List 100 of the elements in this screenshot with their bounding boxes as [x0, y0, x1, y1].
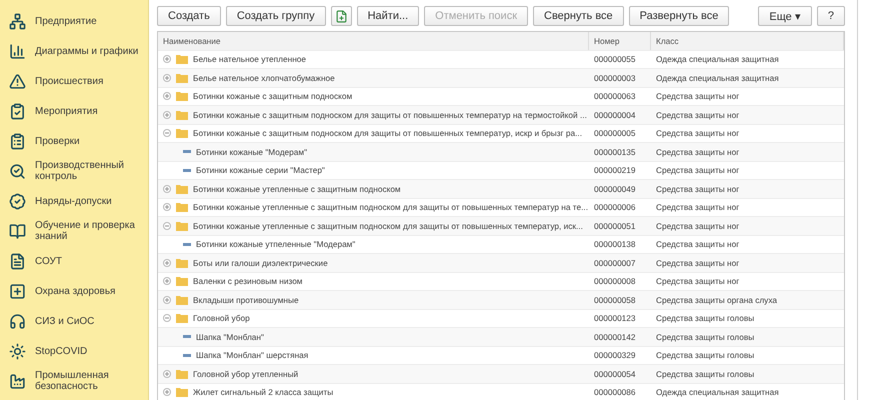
- number-cell: 000000123: [594, 313, 636, 324]
- add-file-icon: [334, 10, 348, 22]
- number-cell: 000000142: [594, 332, 636, 342]
- class-cell: Средства защиты ног: [656, 128, 740, 138]
- name-cell: Валенки с резиновым низом: [193, 276, 303, 286]
- toolbar-button[interactable]: Создать группу: [226, 6, 326, 26]
- toolbar-button[interactable]: Развернуть все: [628, 6, 730, 26]
- class-cell: Средства защиты ног: [656, 184, 740, 194]
- sidebar-item[interactable]: Проверки: [0, 126, 148, 156]
- class-cell: Средства защиты ног: [656, 258, 740, 268]
- headphones-icon: [9, 312, 26, 330]
- folder-icon: [176, 72, 188, 83]
- sidebar-item[interactable]: Диаграммы и графики: [0, 36, 148, 66]
- name-cell: Жилет сигнальный 2 класса защиты: [193, 387, 334, 398]
- book-icon: [9, 222, 26, 240]
- expand-icon[interactable]: [163, 258, 171, 267]
- name-cell: Ботинки кожаные "Модерам": [196, 146, 308, 157]
- folder-icon: [176, 294, 188, 305]
- collapse-icon[interactable]: [163, 314, 171, 322]
- expand-icon[interactable]: [163, 277, 171, 286]
- toolbar-button[interactable]: Свернуть все: [533, 6, 624, 26]
- name-cell: Белье нательное утепленное: [193, 54, 306, 64]
- factory-icon: [9, 372, 26, 390]
- clipboard-check-icon: [9, 102, 26, 120]
- sidebar-item[interactable]: Промышленная безопасность: [0, 366, 148, 396]
- name-cell: Ботинки кожаные утпеленные "Модерам": [196, 239, 356, 250]
- collapse-icon[interactable]: [163, 222, 171, 230]
- toolbar-button[interactable]: Найти...: [356, 6, 420, 26]
- name-cell: Головной убор: [193, 313, 250, 324]
- magnifier-chart-icon: [9, 162, 26, 180]
- help-button[interactable]: ?: [816, 6, 845, 26]
- sidebar-item[interactable]: СОУТ: [0, 246, 148, 276]
- sidebar-item[interactable]: СИЗ и СиОС: [0, 306, 148, 336]
- name-cell: Ботинки кожаные утепленные с защитным подноском: [193, 184, 401, 194]
- clipboard-icon: [9, 132, 26, 150]
- sidebar-item[interactable]: Наряды-допуски: [0, 186, 148, 216]
- expand-icon[interactable]: [163, 296, 171, 304]
- column-header[interactable]: Класс: [651, 32, 844, 50]
- name-cell: Вкладыши противошумные: [193, 294, 299, 305]
- sidebar-item[interactable]: Происшествия: [0, 66, 148, 96]
- sidebar-item[interactable]: Производственный контроль: [0, 156, 148, 186]
- class-cell: Средства защиты головы: [656, 332, 754, 342]
- class-cell: Средства защиты ног: [656, 202, 740, 212]
- folder-icon: [176, 258, 188, 268]
- name-cell: Ботинки кожаные утепленные с защитным подноском для защиты от повышенных температур на те...: [193, 202, 588, 212]
- number-cell: 000000049: [594, 184, 636, 194]
- expand-icon[interactable]: [163, 203, 171, 212]
- item-icon: [183, 335, 191, 338]
- column-header[interactable]: Наименование: [158, 32, 589, 50]
- name-cell: Боты или галоши диэлектрические: [193, 258, 328, 268]
- folder-icon: [176, 220, 188, 231]
- collapse-icon[interactable]: [163, 129, 171, 138]
- expand-icon[interactable]: [163, 370, 171, 378]
- folder-icon: [176, 91, 188, 102]
- name-cell: Белье нательное хлопчатобумажное: [193, 72, 335, 83]
- folder-icon: [176, 184, 188, 194]
- folder-icon: [176, 387, 188, 398]
- number-cell: 000000004: [594, 110, 636, 120]
- class-cell: Средства защиты органа слуха: [656, 294, 778, 305]
- class-cell: Средства защиты головы: [656, 313, 754, 324]
- sidebar-item[interactable]: Обучение и проверка знаний: [0, 216, 148, 246]
- number-cell: 000000054: [594, 368, 636, 379]
- sidebar-item[interactable]: Охрана здоровья: [0, 276, 148, 306]
- class-cell: Средства защиты ног: [656, 91, 740, 102]
- item-icon: [183, 242, 191, 246]
- expand-icon[interactable]: [163, 55, 171, 64]
- sidebar-item[interactable]: Мероприятия: [0, 96, 148, 126]
- item-icon: [183, 150, 191, 154]
- name-cell: Ботинки кожаные серии "Мастер": [196, 165, 325, 176]
- column-header[interactable]: Номер: [589, 32, 651, 50]
- item-icon: [183, 168, 191, 172]
- expand-icon[interactable]: [163, 388, 171, 396]
- number-cell: 000000007: [594, 258, 636, 268]
- name-cell: Шапка "Монблан" шерстяная: [196, 350, 308, 360]
- folder-icon: [176, 54, 188, 64]
- number-cell: 000000086: [594, 387, 636, 398]
- number-cell: 000000006: [594, 202, 636, 212]
- class-cell: Средства защиты ног: [656, 110, 740, 120]
- number-cell: 000000051: [594, 220, 636, 231]
- bar-chart-icon: [9, 42, 26, 60]
- folder-icon: [176, 128, 188, 138]
- expand-icon[interactable]: [163, 110, 171, 119]
- more-button[interactable]: Еще ▾: [758, 6, 812, 26]
- number-cell: 000000005: [594, 128, 636, 138]
- toolbar-button[interactable]: Создать: [157, 6, 221, 26]
- name-cell: Ботинки кожаные с защитным подноском для защиты от повышенных температур на термостойкой ...: [193, 110, 587, 120]
- class-cell: Средства защиты головы: [656, 350, 754, 360]
- expand-icon[interactable]: [163, 184, 171, 193]
- class-cell: Средства защиты ног: [656, 165, 740, 176]
- sidebar-item[interactable]: StopCOVID: [0, 336, 148, 366]
- expand-icon[interactable]: [163, 92, 171, 100]
- class-cell: Одежда специальная защитная: [656, 72, 779, 83]
- folder-icon: [176, 313, 188, 324]
- number-cell: 000000003: [594, 72, 636, 83]
- add-file-button[interactable]: [330, 6, 352, 26]
- plus-square-icon: [9, 282, 26, 300]
- sidebar-item[interactable]: Предприятие: [0, 6, 148, 36]
- hierarchy-icon: [9, 12, 26, 30]
- expand-icon[interactable]: [163, 74, 171, 82]
- class-cell: Средства защиты ног: [656, 146, 740, 157]
